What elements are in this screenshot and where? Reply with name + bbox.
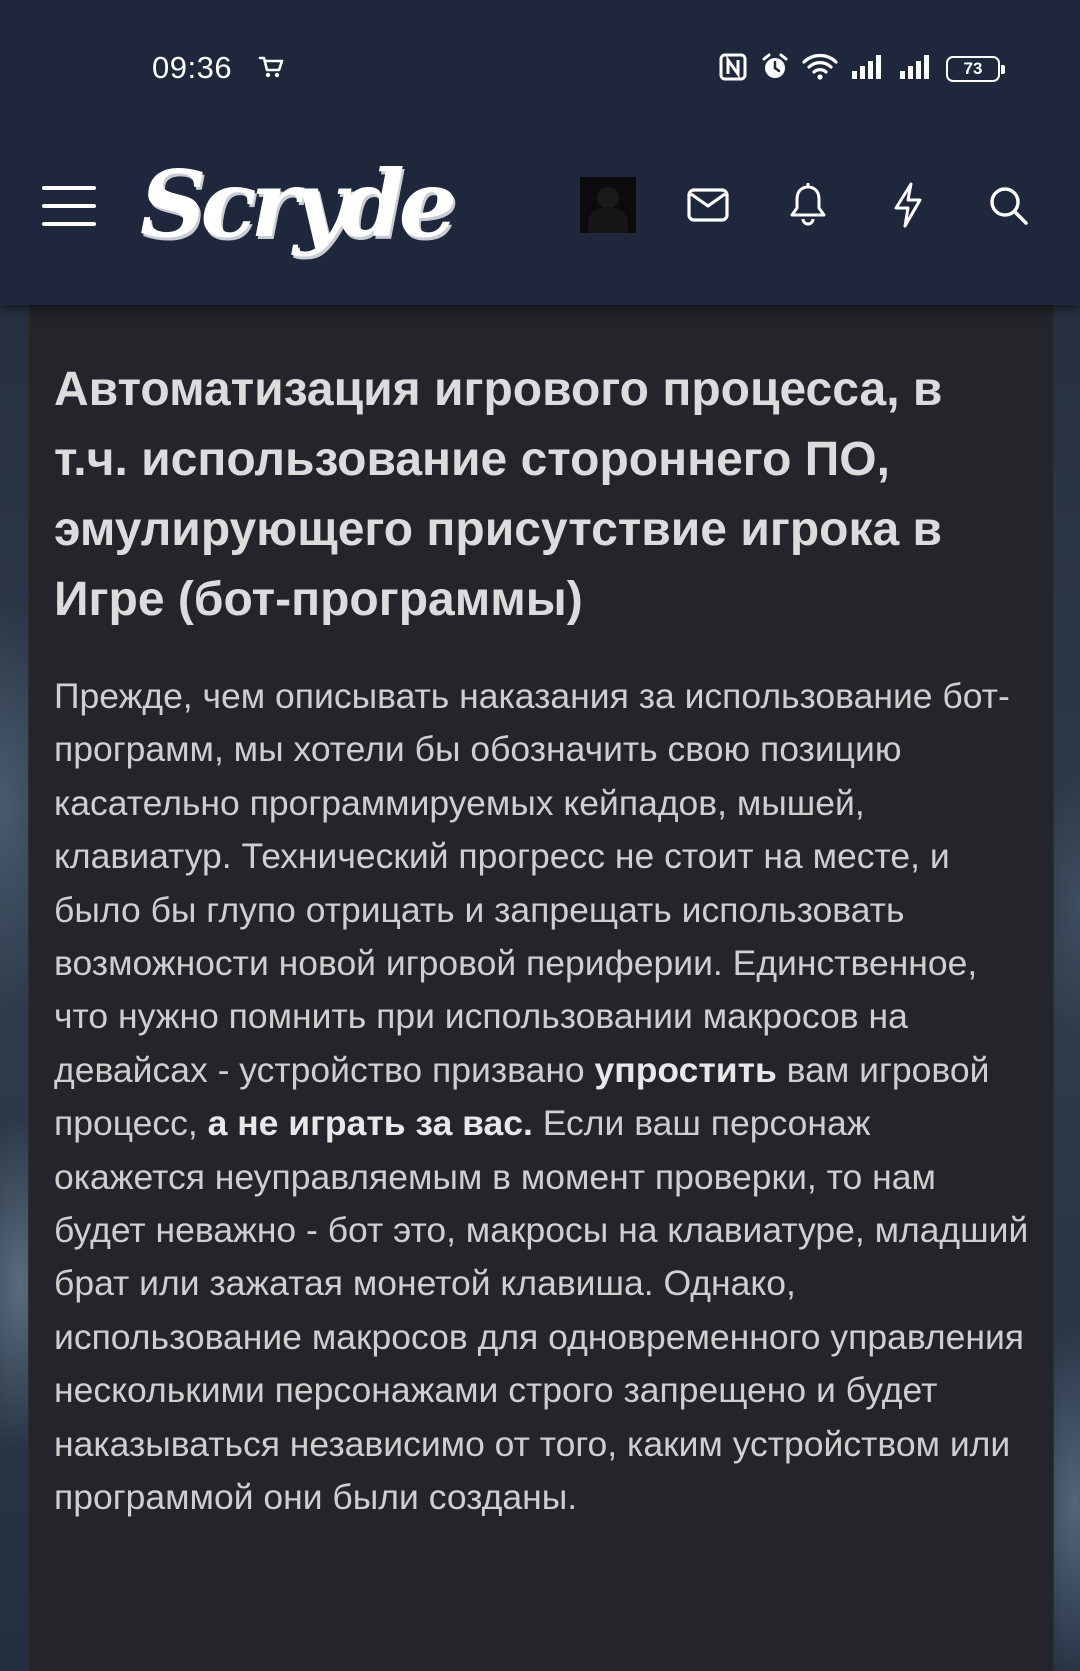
site-logo[interactable]: Scryde — [140, 150, 457, 258]
search-button[interactable] — [978, 175, 1038, 235]
cart-icon — [258, 54, 284, 85]
battery-level: 73 — [963, 59, 983, 78]
lightning-icon — [894, 182, 922, 228]
nfc-icon — [718, 52, 748, 87]
header: 09:36 73 Scryde — [0, 0, 1080, 305]
bell-icon — [790, 183, 826, 226]
menu-button[interactable] — [42, 180, 98, 230]
alarm-icon — [760, 52, 790, 87]
battery-indicator: 73 — [946, 56, 1005, 82]
status-icons: 73 — [718, 52, 1005, 87]
article-body: Прежде, чем описывать наказания за испол… — [54, 676, 1029, 1518]
search-icon — [990, 187, 1028, 225]
avatar-button[interactable] — [578, 175, 638, 235]
messages-button[interactable] — [678, 175, 738, 235]
bold-text: а не играть за вас. — [207, 1103, 533, 1144]
navbar: Scryde — [0, 140, 1080, 305]
signal-icon — [898, 53, 934, 86]
article-card: Автоматизация игрового процесса, в т.ч. … — [28, 305, 1054, 1671]
article-title: Автоматизация игрового процесса, в т.ч. … — [54, 363, 943, 626]
activity-button[interactable] — [878, 175, 938, 235]
menu-icon — [42, 186, 96, 190]
avatar — [580, 177, 636, 233]
bold-text: упростить — [594, 1049, 777, 1090]
mail-icon — [687, 188, 729, 222]
status-time: 09:36 — [152, 50, 233, 85]
signal-icon — [850, 53, 886, 86]
status-bar: 09:36 73 — [0, 0, 1080, 140]
wifi-icon — [802, 53, 838, 86]
notifications-button[interactable] — [778, 175, 838, 235]
